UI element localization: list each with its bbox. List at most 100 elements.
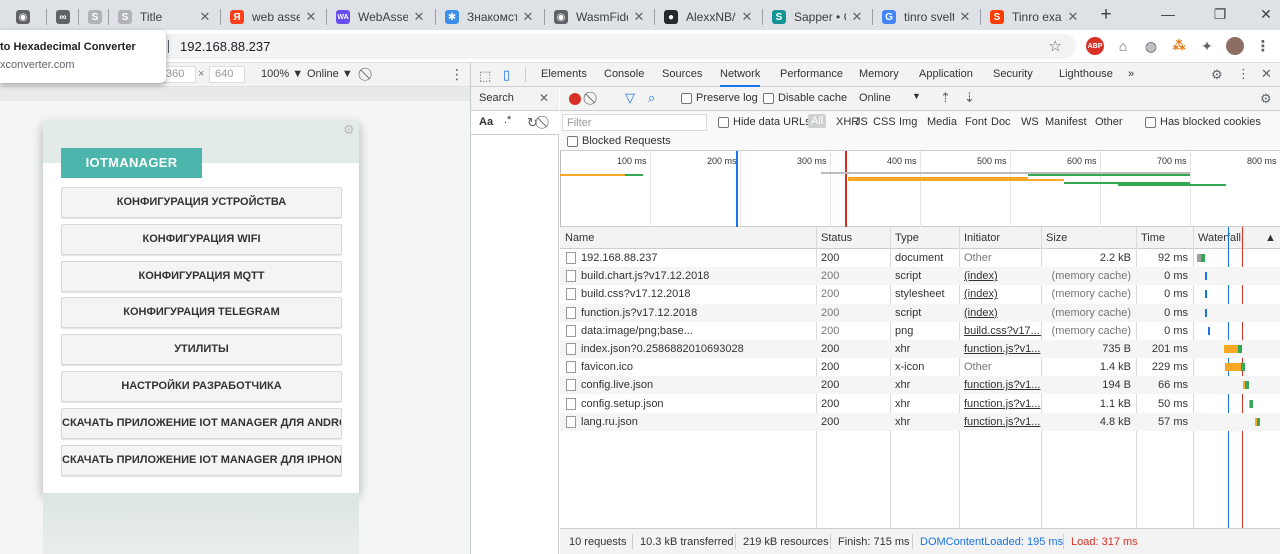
more-tabs-button[interactable]: »: [1128, 63, 1134, 87]
table-row[interactable]: build.chart.js?v17.12.2018 200 script (inde…: [560, 267, 1280, 286]
menu-button[interactable]: КОНФИГУРАЦИЯ TELEGRAM: [61, 297, 342, 329]
cell-initiator[interactable]: build.css?v17....: [959, 322, 1041, 340]
import-har-icon[interactable]: ⇡: [940, 90, 951, 106]
tab-network[interactable]: Network: [720, 63, 761, 87]
close-search-icon[interactable]: ✕: [539, 91, 549, 105]
menu-button[interactable]: УТИЛИТЫ: [61, 334, 342, 366]
filter-icon[interactable]: ▽: [625, 90, 635, 106]
close-tab-icon[interactable]: ✕: [958, 9, 972, 25]
menu-button[interactable]: СКАЧАТЬ ПРИЛОЖЕНИЕ IOT MANAGER ДЛЯ ANDRO…: [61, 407, 342, 439]
export-har-icon[interactable]: ⇣: [964, 90, 975, 106]
cell-initiator[interactable]: function.js?v1...: [959, 395, 1041, 413]
omnibox[interactable]: 192.168.88.237 ☆: [150, 34, 1076, 59]
timeline-overview[interactable]: 100 ms 200 ms 300 ms 400 ms 500 ms 600 ms 700 …: [560, 151, 1280, 227]
blocked-requests-checkbox[interactable]: [567, 136, 578, 147]
filter-manifest[interactable]: Manifest: [1045, 116, 1087, 128]
table-row[interactable]: config.setup.json 200 xhr function.js?v1...…: [560, 395, 1280, 413]
cell-initiator[interactable]: function.js?v1...: [959, 413, 1041, 431]
table-row[interactable]: function.js?v17.12.2018 200 script (index) (…: [560, 303, 1280, 322]
close-tab-icon[interactable]: ✕: [304, 9, 318, 25]
filter-other[interactable]: Other: [1095, 116, 1123, 128]
menu-button[interactable]: НАСТРОЙКИ РАЗРАБОТЧИКА: [61, 371, 342, 402]
column-header-type[interactable]: Type: [890, 227, 919, 249]
column-header-time[interactable]: Time: [1136, 227, 1165, 249]
profile-avatar[interactable]: [1226, 37, 1244, 55]
disable-cache-checkbox[interactable]: [763, 93, 774, 104]
inspect-element-icon[interactable]: ⬚: [479, 68, 491, 84]
table-row[interactable]: 192.168.88.237 200 document Other 2.2 kB 92 m…: [560, 249, 1280, 267]
tab-sources[interactable]: Sources: [662, 63, 702, 87]
circle-extension-icon[interactable]: ◍: [1142, 37, 1160, 55]
browser-tab[interactable]: ◉ WasmFiddl ✕: [546, 4, 652, 30]
filter-js[interactable]: JS: [855, 116, 868, 128]
adblock-icon[interactable]: ABP: [1086, 37, 1104, 55]
menu-button[interactable]: КОНФИГУРАЦИЯ MQTT: [61, 260, 342, 292]
regex-icon[interactable]: .*: [504, 114, 511, 126]
browser-tab[interactable]: ✱ Знакомств ✕: [437, 4, 541, 30]
filter-ws[interactable]: WS: [1021, 116, 1039, 128]
search-icon[interactable]: ⌕: [648, 90, 655, 106]
close-tab-icon[interactable]: ✕: [1066, 9, 1080, 25]
close-tab-icon[interactable]: ✕: [850, 9, 864, 25]
filter-media[interactable]: Media: [927, 116, 957, 128]
cell-initiator[interactable]: Other: [959, 358, 1041, 376]
filter-css[interactable]: CSS: [873, 116, 896, 128]
filter-doc[interactable]: Doc: [991, 116, 1011, 128]
filter-all[interactable]: All: [808, 114, 827, 128]
browser-tab[interactable]: ∞: [48, 4, 80, 30]
throttle-dropdown-icon[interactable]: ▼: [912, 91, 921, 101]
blocked-cookies-checkbox[interactable]: [1145, 117, 1156, 128]
device-height-input[interactable]: 640: [209, 66, 245, 83]
url-text[interactable]: 192.168.88.237: [180, 39, 270, 54]
tab-elements[interactable]: Elements: [541, 63, 587, 87]
close-tab-icon[interactable]: ✕: [412, 9, 426, 25]
column-header-status[interactable]: Status: [816, 227, 852, 249]
cell-initiator[interactable]: (index): [959, 285, 1041, 303]
browser-tab[interactable]: Gtinro svelte ✕: [874, 4, 978, 30]
bookmark-star-icon[interactable]: ☆: [1049, 37, 1062, 55]
close-window-button[interactable]: ✕: [1254, 4, 1278, 24]
house-extension-icon[interactable]: ⌂: [1114, 37, 1132, 55]
browser-tab[interactable]: ◉: [8, 4, 40, 30]
cell-initiator[interactable]: (index): [959, 267, 1041, 285]
browser-tab[interactable]: Яweb assem ✕: [222, 4, 324, 30]
close-tab-icon[interactable]: ✕: [521, 9, 535, 25]
column-header-initiator[interactable]: Initiator: [959, 227, 1000, 249]
device-mode-icon[interactable]: ▯: [503, 67, 510, 83]
column-header-size[interactable]: Size: [1041, 227, 1067, 249]
browser-tab[interactable]: WA WebAssem ✕: [328, 4, 432, 30]
browser-tab[interactable]: S Title ✕: [110, 4, 218, 30]
browser-tab[interactable]: ● AlexxNB/tin ✕: [656, 4, 760, 30]
extensions-puzzle-icon[interactable]: ✦: [1198, 37, 1216, 55]
chrome-menu-icon[interactable]: ⋮: [1254, 37, 1272, 55]
filter-font[interactable]: Font: [965, 116, 987, 128]
tab-security[interactable]: Security: [993, 63, 1033, 87]
menu-button[interactable]: КОНФИГУРАЦИЯ УСТРОЙСТВА: [61, 187, 342, 218]
table-row[interactable]: config.live.json 200 xhr function.js?v1... 1…: [560, 376, 1280, 395]
device-more-icon[interactable]: ⋮: [450, 66, 464, 83]
tab-lighthouse[interactable]: Lighthouse: [1059, 63, 1113, 87]
menu-button[interactable]: СКАЧАТЬ ПРИЛОЖЕНИЕ IOT MANAGER ДЛЯ IPHON…: [61, 444, 342, 476]
network-extension-icon[interactable]: ⁂: [1170, 37, 1188, 55]
close-tab-icon[interactable]: ✕: [198, 9, 212, 25]
refresh-search-icon[interactable]: ↻: [527, 115, 538, 131]
cell-initiator[interactable]: Other: [959, 249, 1041, 267]
hide-data-urls-checkbox[interactable]: [718, 117, 729, 128]
match-case-icon[interactable]: Aa: [479, 116, 493, 128]
devtools-menu-icon[interactable]: ⋮: [1237, 66, 1250, 82]
browser-tab[interactable]: S Sapper • C ✕: [764, 4, 870, 30]
column-header-name[interactable]: Name: [560, 227, 594, 249]
close-tab-icon[interactable]: ✕: [632, 9, 646, 25]
cell-initiator[interactable]: function.js?v1...: [959, 340, 1041, 358]
browser-tab[interactable]: S: [80, 4, 110, 30]
sort-arrow-icon[interactable]: ▲: [1260, 227, 1276, 249]
filter-img[interactable]: Img: [899, 116, 917, 128]
filter-input[interactable]: Filter: [562, 114, 707, 131]
preserve-log-checkbox[interactable]: [681, 93, 692, 104]
zoom-select[interactable]: 100% ▼: [261, 68, 303, 80]
close-tab-icon[interactable]: ✕: [740, 9, 754, 25]
throttle-select[interactable]: Online: [859, 92, 891, 104]
menu-button[interactable]: КОНФИГУРАЦИЯ WIFI: [61, 223, 342, 255]
network-settings-icon[interactable]: ⚙: [1260, 91, 1272, 107]
table-row[interactable]: build.css?v17.12.2018 200 stylesheet (index…: [560, 285, 1280, 303]
